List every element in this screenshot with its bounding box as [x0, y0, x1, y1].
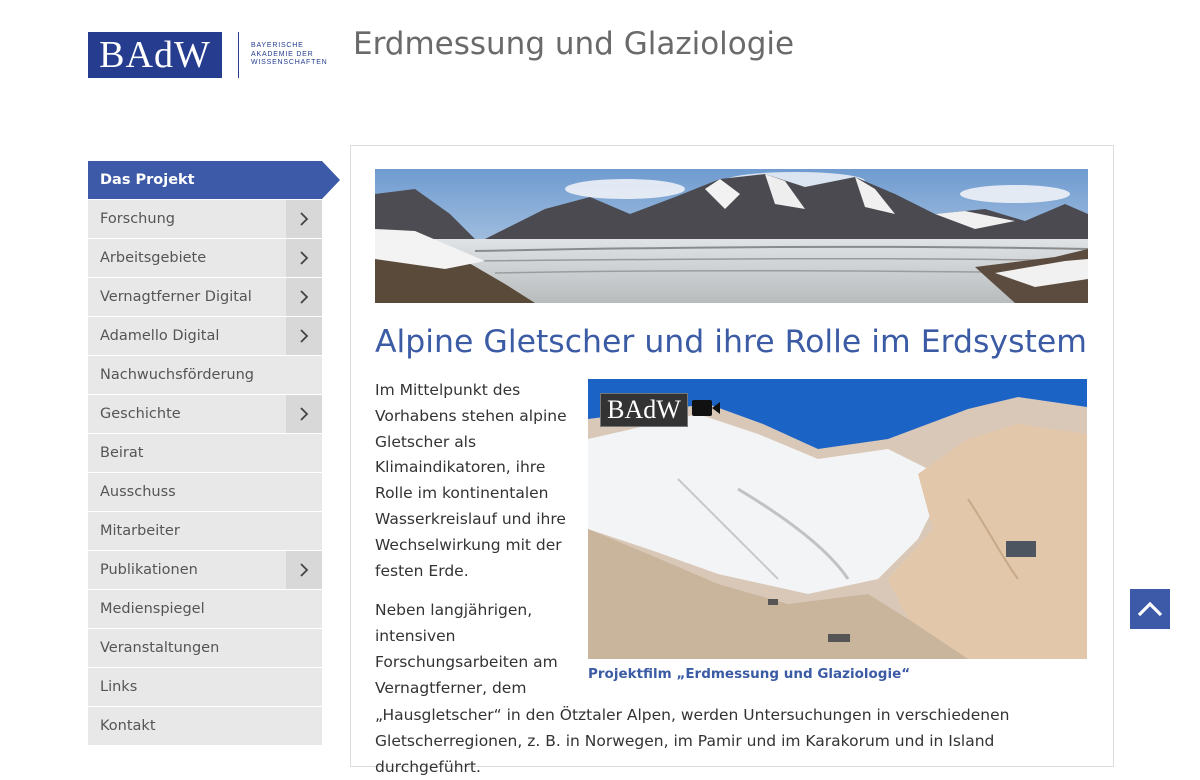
sidebar-item-veranstaltungen[interactable]: Veranstaltungen — [88, 629, 322, 667]
site-title: Erdmessung und Glaziologie — [353, 26, 795, 62]
sidebar-item-label: Mitarbeiter — [100, 523, 180, 539]
sidebar-nav: Das Projekt Forschung Arbeitsgebiete Vernag… — [88, 161, 340, 746]
project-video[interactable]: BAdW — [588, 379, 1087, 659]
chevron-right-icon[interactable] — [286, 200, 322, 238]
back-to-top-button[interactable] — [1130, 589, 1170, 629]
paragraph-1: Im Mittelpunkt des Vorhabens stehen alpi… — [375, 381, 567, 580]
sidebar-item-label: Adamello Digital — [100, 328, 220, 344]
chevron-right-icon[interactable] — [286, 278, 322, 316]
sidebar-item-kontakt[interactable]: Kontakt — [88, 707, 322, 745]
sidebar-item-medienspiegel[interactable]: Medienspiegel — [88, 590, 322, 628]
video-badw-logo: BAdW — [600, 393, 688, 427]
sidebar-item-label: Geschichte — [100, 406, 181, 422]
sidebar-item-adamello-digital[interactable]: Adamello Digital — [88, 317, 322, 355]
chevron-up-icon — [1137, 601, 1163, 617]
sidebar-item-geschichte[interactable]: Geschichte — [88, 395, 322, 433]
sidebar-item-label: Nachwuchsförderung — [100, 367, 255, 383]
sidebar-item-nachwuchsförderung[interactable]: Nachwuchsförderung — [88, 356, 322, 394]
sidebar-item-label: Kontakt — [100, 718, 156, 734]
sidebar-item-label: Veranstaltungen — [100, 640, 220, 656]
sidebar-item-vernagtferner-digital[interactable]: Vernagtferner Digital — [88, 278, 322, 316]
paragraph-2-start: Neben langjährigen, intensiven Forschung… — [375, 601, 558, 697]
chevron-right-icon[interactable] — [286, 317, 322, 355]
paragraph-2-continued: „Hausgletscher“ in den Ötztaler Alpen, w… — [375, 706, 1010, 776]
chevron-right-icon[interactable] — [286, 395, 322, 433]
sidebar-item-label: Forschung — [100, 211, 175, 227]
sidebar-item-label: Links — [100, 679, 138, 695]
video-camera-icon — [692, 399, 720, 417]
logo-divider — [238, 32, 239, 78]
sidebar-item-forschung[interactable]: Forschung — [88, 200, 322, 238]
logo-subtitle: Bayerische Akademie der Wissenschaften — [251, 42, 328, 67]
sidebar-item-beirat[interactable]: Beirat — [88, 434, 322, 472]
sidebar-item-label: Publikationen — [100, 562, 198, 578]
glacier-panorama-image — [375, 169, 1088, 303]
sidebar-item-label: Beirat — [100, 445, 144, 461]
sidebar-item-label: Medienspiegel — [100, 601, 205, 617]
video-caption-link[interactable]: Projektfilm „Erdmessung und Glaziologie“ — [588, 666, 910, 682]
sidebar-item-arbeitsgebiete[interactable]: Arbeitsgebiete — [88, 239, 322, 277]
sidebar-item-label: Das Projekt — [100, 172, 195, 188]
page-title: Alpine Gletscher und ihre Rolle im Erdsy… — [375, 324, 1087, 360]
intro-text: Im Mittelpunkt des Vorhabens stehen alpi… — [375, 378, 575, 716]
sidebar-item-ausschuss[interactable]: Ausschuss — [88, 473, 322, 511]
content-panel: Alpine Gletscher und ihre Rolle im Erdsy… — [350, 145, 1114, 776]
badw-logo: BAdW — [88, 32, 222, 78]
sidebar-item-label: Arbeitsgebiete — [100, 250, 207, 266]
sidebar-item-label: Ausschuss — [100, 484, 176, 500]
sidebar-item-links[interactable]: Links — [88, 668, 322, 706]
sidebar-item-mitarbeiter[interactable]: Mitarbeiter — [88, 512, 322, 550]
badw-logo-link[interactable]: BAdW Bayerische Akademie der Wissenschaf… — [88, 32, 327, 78]
sidebar-item-das-projekt[interactable]: Das Projekt — [88, 161, 340, 199]
sidebar-item-publikationen[interactable]: Publikationen — [88, 551, 322, 589]
sidebar-item-label: Vernagtferner Digital — [100, 289, 252, 305]
chevron-right-icon[interactable] — [286, 239, 322, 277]
chevron-right-icon[interactable] — [286, 551, 322, 589]
